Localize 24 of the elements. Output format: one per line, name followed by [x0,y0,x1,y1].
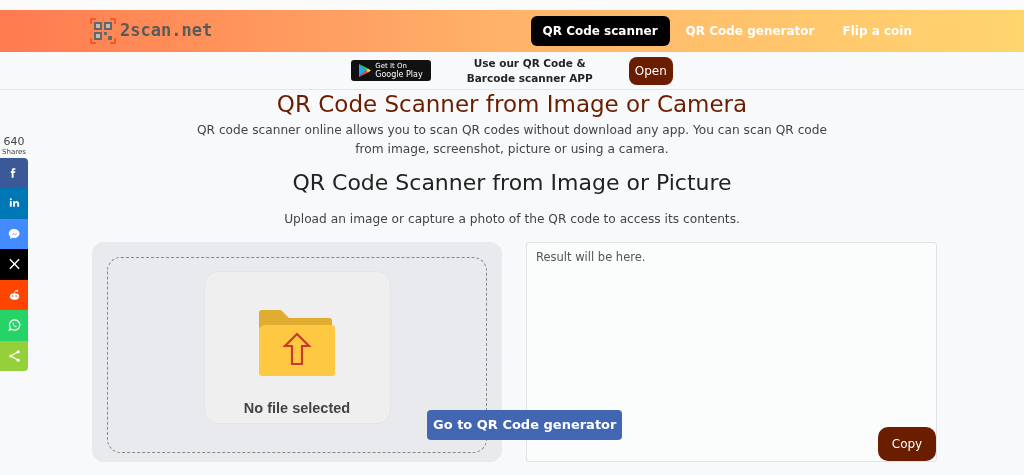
section-heading: QR Code Scanner from Image or Picture [291,169,733,197]
share-button[interactable] [0,249,28,280]
app-promo-text: Use our QR Code & Barcode scanner APP [465,56,594,85]
nav-link[interactable]: QR Code scanner [530,16,670,46]
folder-upload-icon [259,309,335,376]
generator-button[interactable]: Go to QR Code generator [427,410,623,440]
share-count: 640 [2,136,26,147]
file-status: No file selected [243,398,351,418]
share-icon [7,348,21,363]
qr-logo-icon [90,18,116,44]
file-picker[interactable]: No file selected [203,271,391,425]
intro-text: QR code scanner online allows you to scan QR codes without download any app. You can scan QR code from image, screenshot, picture or using a camera. [195,121,829,159]
copy-button[interactable]: Copy [878,427,936,462]
instructions-text: Upload an image or capture a photo of the QR code to access its contents. [283,211,741,229]
badge-store-name: Google Play [375,69,423,80]
page-title: QR Code Scanner from Image or Camera [275,90,749,119]
share-button[interactable] [0,157,28,188]
messenger-icon [7,226,21,241]
reddit-icon [7,287,21,302]
play-store-icon [359,64,372,77]
whatsapp-icon [7,318,21,333]
share-button[interactable] [0,279,28,310]
x-icon [7,257,21,272]
open-button[interactable]: Open [628,56,673,85]
